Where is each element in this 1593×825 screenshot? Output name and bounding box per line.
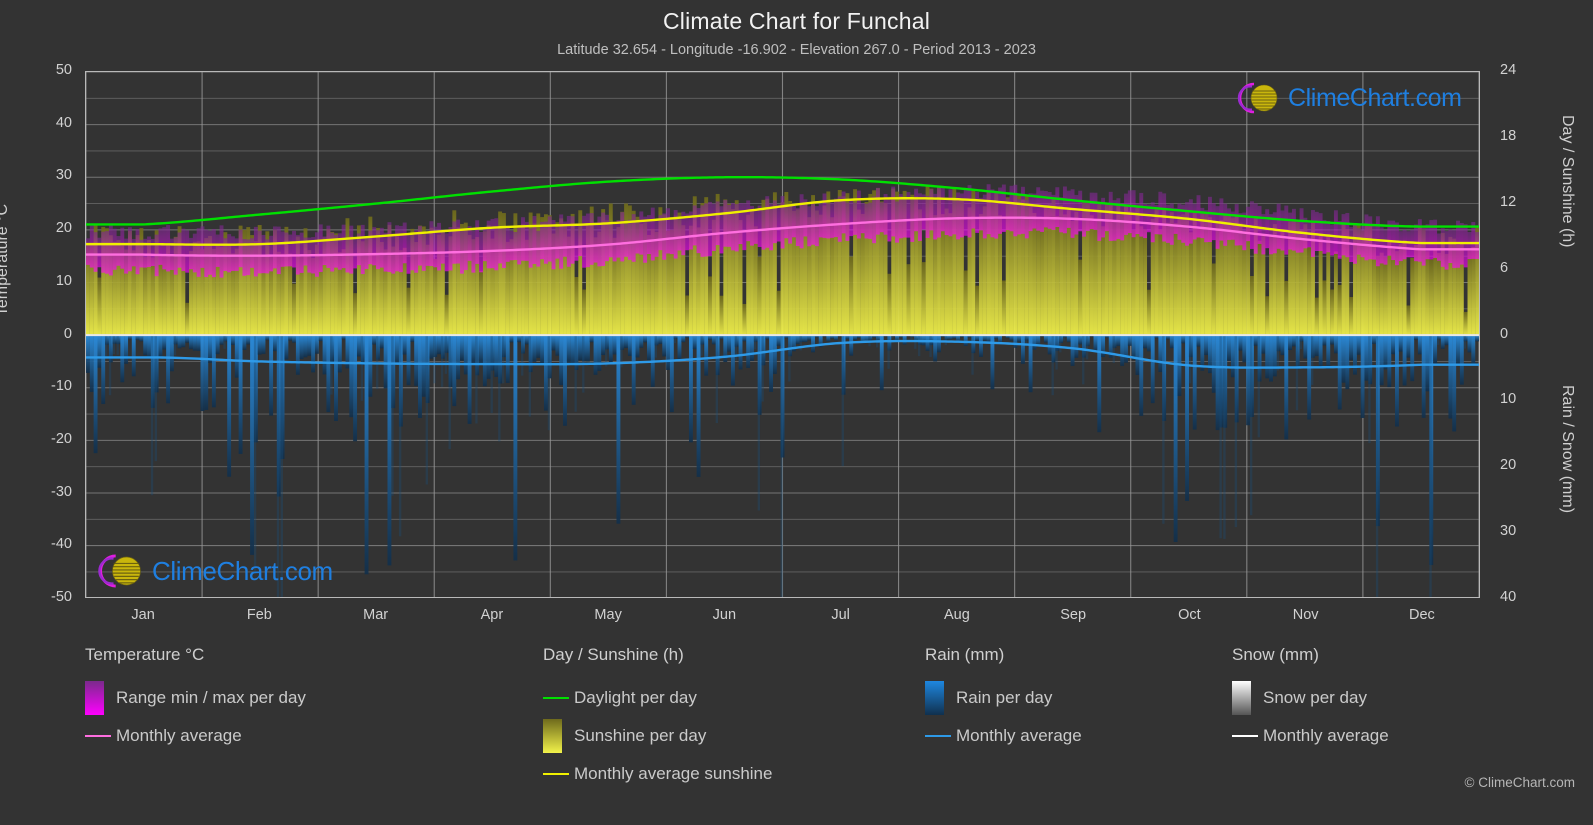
legend-item-label: Sunshine per day bbox=[574, 726, 707, 745]
y-axis-right-bottom-title: Rain / Snow (mm) bbox=[1559, 385, 1576, 514]
legend-swatch-line bbox=[543, 697, 569, 699]
climate-chart-svg bbox=[86, 72, 1479, 597]
x-tick-month: Jul bbox=[831, 607, 850, 623]
x-tick-month: Feb bbox=[246, 607, 272, 623]
y-tick-left: 40 bbox=[55, 114, 72, 131]
y-axis-right-top-title: Day / Sunshine (h) bbox=[1559, 115, 1576, 248]
x-tick-month: Jan bbox=[131, 607, 155, 623]
legend-item-label: Snow per day bbox=[1263, 688, 1367, 707]
legend-swatch-line-wrap bbox=[1232, 735, 1258, 737]
y-tick-right: 18 bbox=[1500, 127, 1517, 144]
legend-swatch-line bbox=[1232, 735, 1258, 737]
y-tick-right: 12 bbox=[1500, 193, 1517, 210]
legend-item[interactable]: Monthly average bbox=[925, 717, 1082, 755]
legend-title: Temperature °C bbox=[85, 645, 205, 664]
legend-swatch-line bbox=[925, 735, 951, 737]
legend-item[interactable]: Rain per day bbox=[925, 679, 1082, 717]
x-tick-month: May bbox=[594, 607, 622, 623]
legend-item-label: Daylight per day bbox=[574, 688, 697, 707]
legend-item[interactable]: Snow per day bbox=[1232, 679, 1389, 717]
legend-item-label: Rain per day bbox=[956, 688, 1053, 707]
y-tick-left: -20 bbox=[51, 430, 72, 447]
y-tick-left: -30 bbox=[51, 483, 72, 500]
legend-swatch-line-wrap bbox=[543, 773, 569, 775]
legend-item-label: Monthly average sunshine bbox=[574, 764, 773, 783]
legend-item[interactable]: Monthly average bbox=[1232, 717, 1389, 755]
climechart-logo-text: ClimeChart.com bbox=[1288, 83, 1462, 112]
x-tick-month: Oct bbox=[1178, 607, 1201, 623]
chart-legend: Temperature °C Range min / max per day Mon… bbox=[0, 645, 1593, 825]
x-tick-month: Aug bbox=[943, 607, 970, 623]
y-tick-right: 6 bbox=[1500, 259, 1509, 276]
y-tick-right: 10 bbox=[1500, 391, 1517, 408]
y-tick-left: 0 bbox=[63, 325, 72, 342]
page-title: Climate Chart for Funchal bbox=[662, 8, 931, 34]
legend-item-label: Monthly average bbox=[1263, 726, 1389, 745]
legend-title: Rain (mm) bbox=[925, 645, 1005, 664]
legend-group-snow: Snow (mm) Snow per day Monthly average bbox=[1232, 645, 1389, 755]
y-tick-left: 10 bbox=[55, 272, 72, 289]
y-tick-left: 20 bbox=[55, 220, 72, 237]
chart-plot-area[interactable] bbox=[85, 71, 1480, 598]
climechart-logo-top[interactable]: ClimeChart.com bbox=[1232, 80, 1462, 116]
climechart-logo-icon bbox=[98, 554, 141, 588]
legend-item[interactable]: Monthly average sunshine bbox=[543, 755, 772, 793]
legend-group-day-sunshine: Day / Sunshine (h) Daylight per day Sunshi… bbox=[543, 645, 772, 793]
y-tick-right: 0 bbox=[1500, 325, 1509, 342]
x-tick-month: Sep bbox=[1060, 607, 1087, 623]
y-tick-left: -40 bbox=[51, 536, 72, 553]
legend-item[interactable]: Daylight per day bbox=[543, 679, 772, 717]
climechart-logo-bottom[interactable]: ClimeChart.com bbox=[92, 551, 333, 591]
chart-subtitle: Latitude 32.654 - Longitude -16.902 - El… bbox=[557, 42, 1036, 58]
y-tick-right: 24 bbox=[1500, 62, 1517, 78]
legend-item-label: Monthly average bbox=[956, 726, 1082, 745]
chart-plot-wrapper bbox=[85, 71, 1480, 598]
x-tick-month: Dec bbox=[1408, 607, 1435, 623]
y-tick-left: -50 bbox=[51, 589, 72, 605]
legend-swatch-gradient bbox=[925, 681, 944, 715]
x-tick-month: Apr bbox=[480, 607, 504, 623]
legend-swatch-gradient bbox=[85, 681, 104, 715]
x-tick-month: Nov bbox=[1292, 607, 1319, 623]
legend-swatch-line bbox=[543, 773, 569, 775]
legend-swatch-line-wrap bbox=[85, 735, 111, 737]
legend-swatch-line-wrap bbox=[543, 697, 569, 699]
y-tick-right: 30 bbox=[1500, 523, 1517, 540]
legend-title: Snow (mm) bbox=[1232, 645, 1319, 664]
legend-group-temperature: Temperature °C Range min / max per day Mon… bbox=[85, 645, 306, 755]
y-tick-right: 20 bbox=[1500, 457, 1517, 474]
legend-item[interactable]: Monthly average bbox=[85, 717, 306, 755]
y-tick-left: 30 bbox=[55, 167, 72, 184]
climechart-logo-icon bbox=[1237, 82, 1278, 114]
legend-group-rain: Rain (mm) Rain per day Monthly average bbox=[925, 645, 1082, 755]
copyright-notice: © ClimeChart.com bbox=[1464, 775, 1575, 790]
legend-swatch-line-wrap bbox=[925, 735, 951, 737]
legend-item-label: Monthly average bbox=[116, 726, 242, 745]
y-tick-right: 40 bbox=[1500, 589, 1517, 605]
legend-item[interactable]: Range min / max per day bbox=[85, 679, 306, 717]
y-axis-left-title: Temperature °C bbox=[0, 203, 11, 317]
legend-swatch-gradient bbox=[543, 719, 562, 753]
legend-swatch-gradient bbox=[1232, 681, 1251, 715]
legend-item[interactable]: Sunshine per day bbox=[543, 717, 772, 755]
y-tick-left: 50 bbox=[55, 62, 72, 78]
legend-swatch-line bbox=[85, 735, 111, 737]
climechart-logo-text: ClimeChart.com bbox=[152, 555, 333, 586]
y-tick-left: -10 bbox=[51, 378, 72, 395]
legend-item-label: Range min / max per day bbox=[116, 688, 306, 707]
legend-title: Day / Sunshine (h) bbox=[543, 645, 684, 664]
x-tick-month: Mar bbox=[363, 607, 389, 623]
x-tick-month: Jun bbox=[712, 607, 737, 623]
